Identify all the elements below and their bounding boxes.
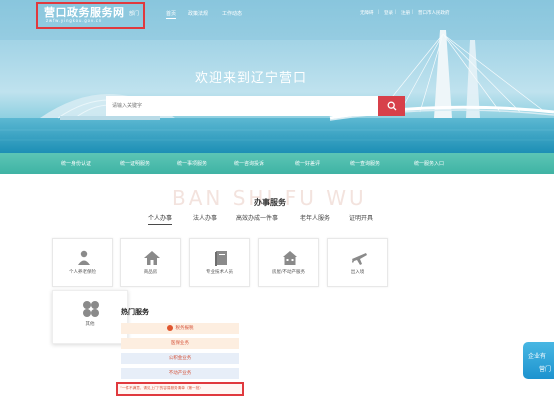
- search-icon: [387, 101, 396, 111]
- nav-department[interactable]: 部门: [129, 10, 139, 17]
- separator: |: [395, 10, 397, 15]
- services-title: 办事服务: [254, 198, 286, 207]
- service-card-label: 其他: [85, 322, 95, 327]
- service-card-label: 房屋/不动产服务: [271, 270, 305, 275]
- welcome-heading: 欢迎来到辽宁营口: [195, 71, 308, 86]
- airplane-icon: [352, 253, 367, 265]
- link-register[interactable]: 注册: [401, 10, 410, 16]
- service-card-other[interactable]: 其他: [52, 290, 128, 344]
- service-card-commercial-housing[interactable]: 商品房: [120, 238, 181, 287]
- link-city-government[interactable]: 营口市人民政府: [418, 10, 450, 16]
- nav-policy[interactable]: 政策法规: [188, 10, 208, 17]
- separator: |: [412, 10, 414, 15]
- nav-news[interactable]: 工作动态: [222, 10, 242, 17]
- fire-icon: [166, 324, 173, 331]
- separator: |: [378, 10, 380, 15]
- tab-corporate[interactable]: 法人办事: [193, 213, 217, 222]
- service-card-label: 个人养老保险: [69, 270, 96, 275]
- service-card-professional[interactable]: 专业技术人员: [189, 238, 250, 287]
- service-card-label: 专业技术人员: [206, 270, 233, 275]
- navbar-item-identity[interactable]: 统一身份认证: [61, 160, 91, 167]
- hot-service-label: 税务报税: [175, 326, 194, 331]
- unified-services-navbar: 统一身份认证 统一证明服务 统一事项服务 统一咨询投诉 统一好差评 统一查询服务…: [0, 153, 554, 174]
- tab-one-thing[interactable]: 高效办成一件事: [236, 213, 278, 222]
- building-icon: [283, 251, 297, 265]
- service-card-real-estate[interactable]: 房屋/不动产服务: [258, 238, 319, 287]
- hero-banner: 营口政务服务网 zwfw.yingkou.gov.cn 部门 首页 政策法规 工…: [0, 0, 554, 153]
- navbar-item-complaints[interactable]: 统一咨询投诉: [234, 160, 264, 167]
- service-list-notice-link[interactable]: “一件不满意，请见上门”的容易服务清单（第一批）: [120, 386, 203, 391]
- float-widget-line1: 企业有: [528, 353, 547, 360]
- clover-icon: [83, 301, 99, 317]
- hot-service-tax[interactable]: 税务报税: [121, 323, 239, 334]
- person-icon: [78, 250, 90, 265]
- search-input[interactable]: [106, 96, 378, 116]
- service-card-label: 出入境: [350, 270, 365, 275]
- link-accessibility[interactable]: 无障碍: [360, 10, 374, 16]
- enterprise-float-widget[interactable]: 企业有 营门: [523, 342, 554, 379]
- hot-service-property[interactable]: 不动产业务: [121, 368, 239, 379]
- service-card-label: 商品房: [143, 270, 158, 275]
- book-icon: [215, 251, 227, 266]
- service-card-exit-entry[interactable]: 出入境: [327, 238, 388, 287]
- float-widget-line2: 营门: [539, 366, 552, 373]
- navbar-item-entrance[interactable]: 统一服务入口: [414, 160, 444, 167]
- navbar-item-query[interactable]: 统一查询服务: [350, 160, 380, 167]
- search-button[interactable]: [378, 96, 405, 116]
- navbar-item-certificate[interactable]: 统一证明服务: [120, 160, 150, 167]
- service-card-pension[interactable]: 个人养老保险: [52, 238, 113, 287]
- nav-home[interactable]: 首页: [166, 10, 177, 19]
- site-logo-subtitle: zwfw.yingkou.gov.cn: [46, 18, 103, 23]
- house-icon: [144, 251, 160, 265]
- navbar-item-rating[interactable]: 统一好差评: [295, 160, 320, 167]
- tab-personal[interactable]: 个人办事: [148, 213, 173, 225]
- tab-certificate[interactable]: 证明开具: [349, 213, 373, 222]
- navbar-item-matters[interactable]: 统一事项服务: [177, 160, 207, 167]
- page: 营口政务服务网 zwfw.yingkou.gov.cn 部门 首页 政策法规 工…: [0, 0, 554, 402]
- hot-services-title: 热门服务: [121, 308, 149, 316]
- tab-elderly[interactable]: 老年人服务: [300, 213, 330, 222]
- link-login[interactable]: 登录: [384, 10, 393, 16]
- hot-service-fund[interactable]: 公积金业务: [121, 353, 239, 364]
- hot-service-medical[interactable]: 医保业务: [121, 338, 239, 349]
